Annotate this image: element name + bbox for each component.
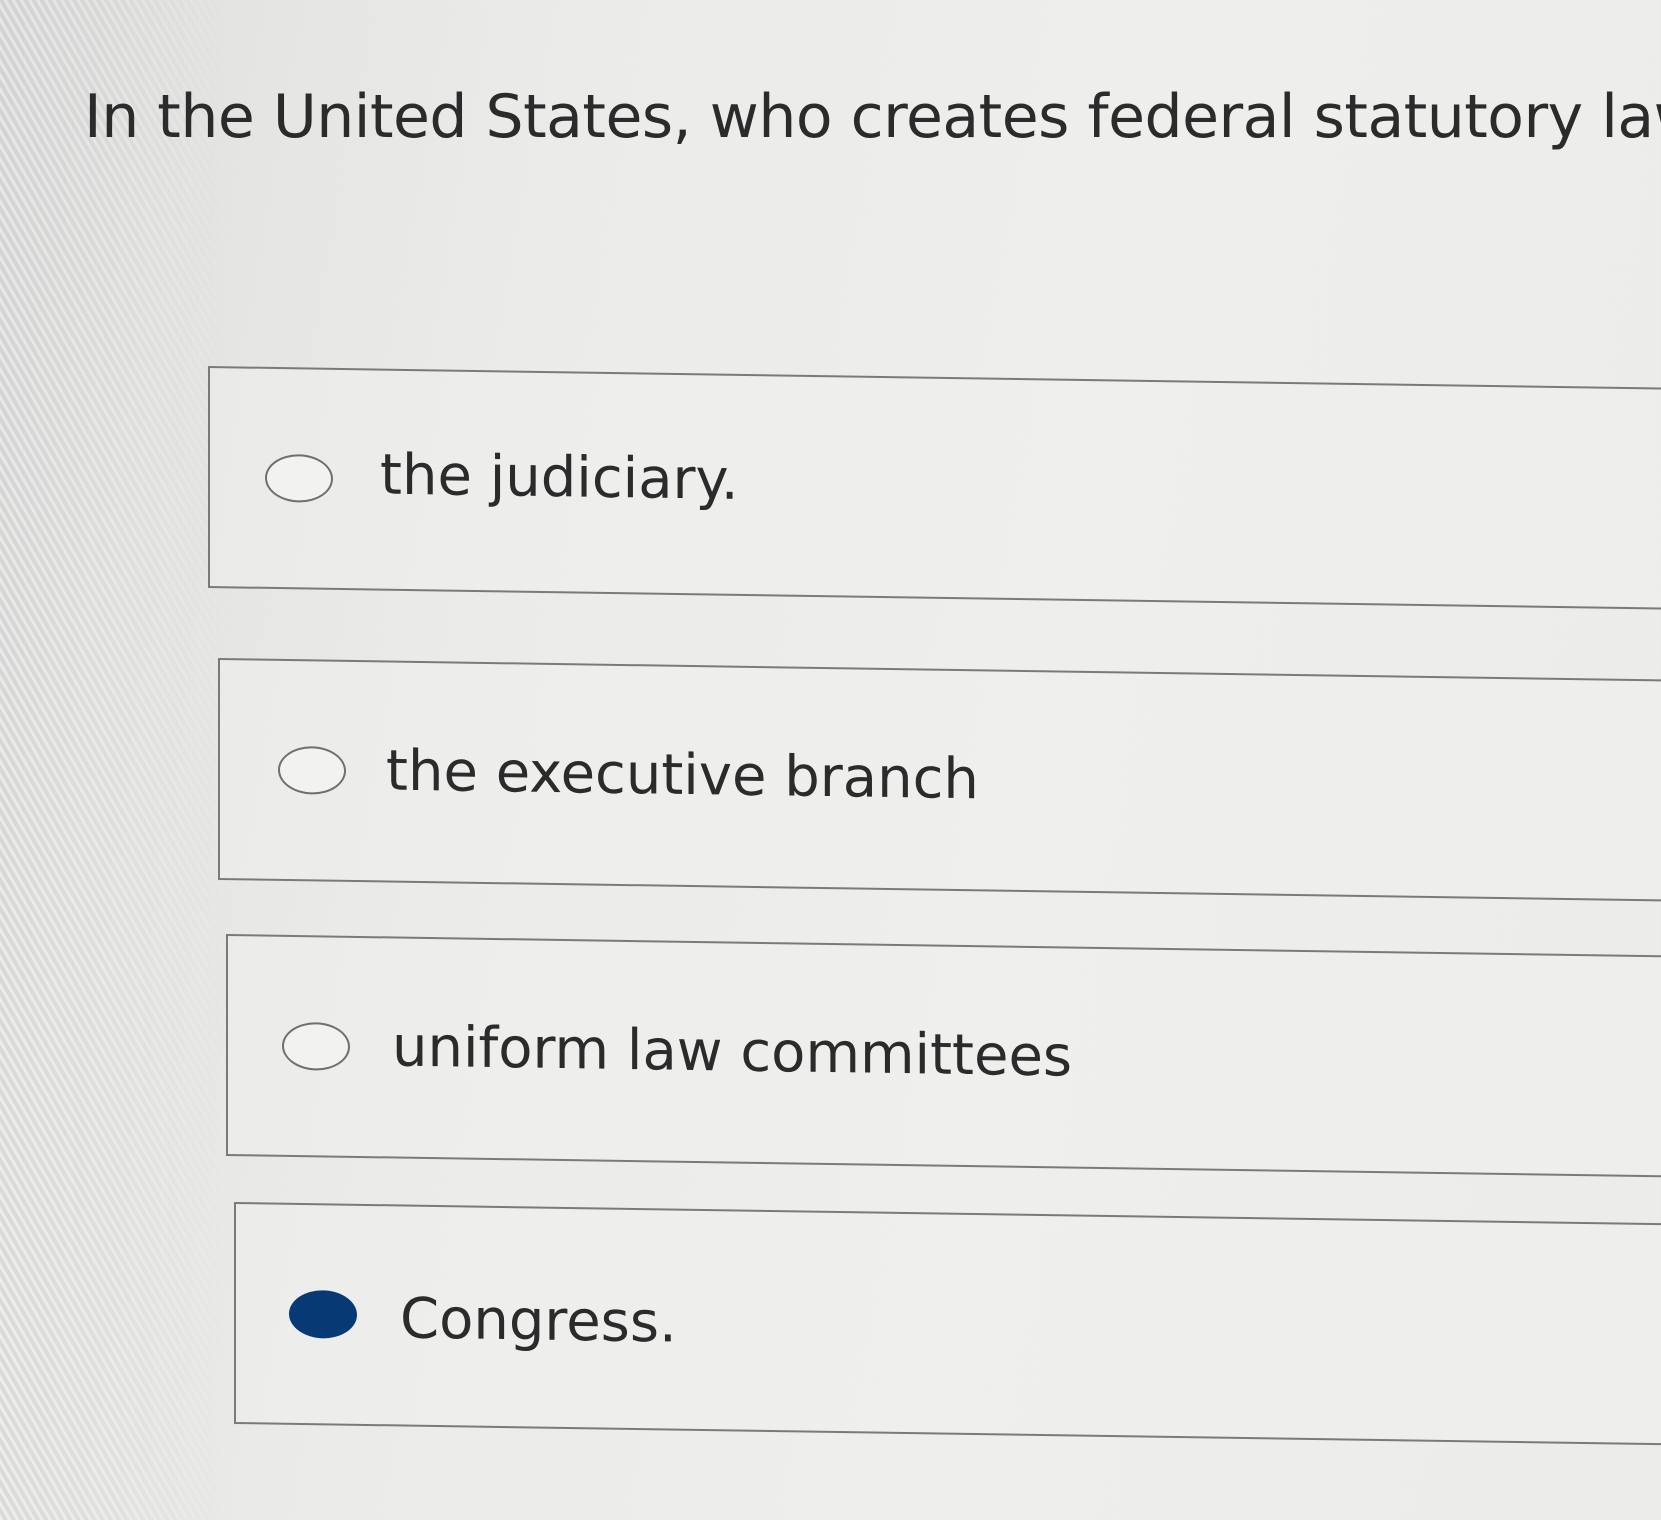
answer-option-congress[interactable]: Congress. [234,1202,1661,1446]
radio-button-checked-icon[interactable] [289,1289,357,1339]
answer-option-label: the judiciary. [380,442,739,513]
answer-option-the-executive-branch[interactable]: the executive branch [218,658,1661,902]
answer-option-label: the executive branch [386,738,979,813]
radio-button-unchecked-icon[interactable] [278,745,346,795]
screen-moire-overlay [0,0,230,1520]
answer-option-label: uniform law committees [392,1014,1073,1090]
answer-option-uniform-law-committees[interactable]: uniform law committees [226,934,1661,1178]
radio-button-unchecked-icon[interactable] [265,453,333,503]
answer-option-the-judiciary[interactable]: the judiciary. [208,366,1661,610]
question-text: In the United States, who creates federa… [84,82,1661,152]
radio-button-unchecked-icon[interactable] [282,1021,350,1071]
answer-option-label: Congress. [400,1286,677,1356]
